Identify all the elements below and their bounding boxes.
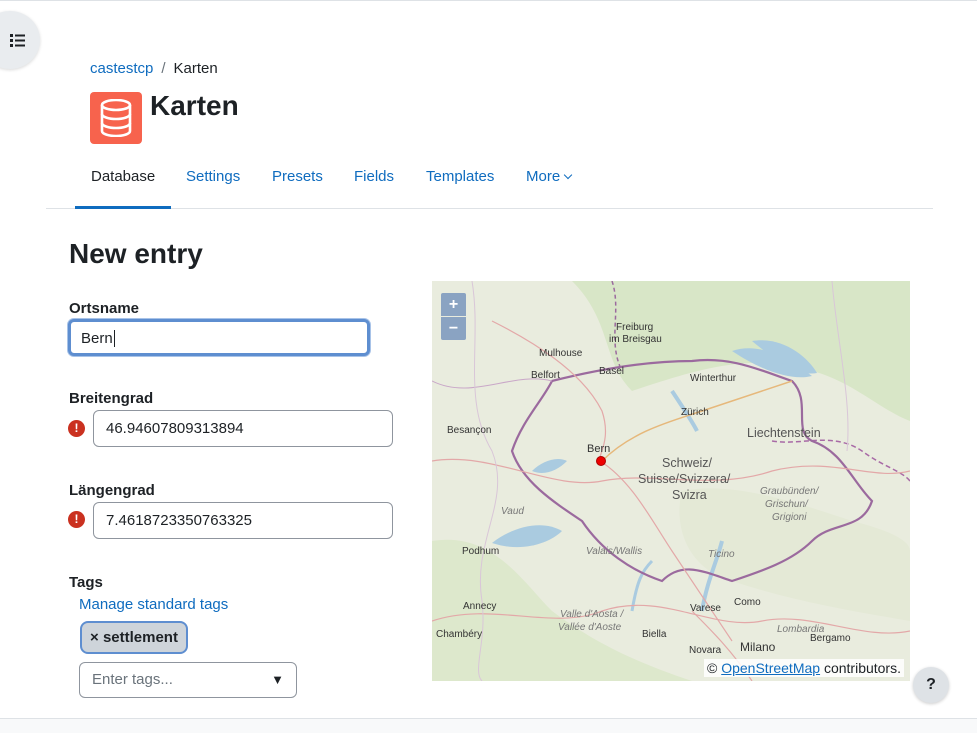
tab-templates[interactable]: Templates [410,160,510,209]
map-place-label: Milano [740,640,776,654]
breadcrumb-current: Karten [173,60,218,77]
zoom-out-button[interactable]: − [441,317,466,340]
tag-chip-label: settlement [102,629,178,646]
map-place-label: Mulhouse [539,348,583,359]
tab-more-label: More [526,168,561,185]
manage-tags-link[interactable]: Manage standard tags [79,596,228,613]
map-place-label: Podhum [462,546,500,557]
zoom-in-button[interactable]: + [441,293,466,316]
map-place-label: Basel [599,366,625,377]
list-icon [10,33,25,47]
breadcrumb: castestcp / Karten [90,60,218,77]
breadcrumb-course-link[interactable]: castestcp [90,60,153,77]
tab-more[interactable]: More [510,160,587,209]
map-place-label: Novara [689,645,722,656]
map-region-label: Valais/Wallis [586,546,643,557]
map-place-label: Freiburg [616,322,654,333]
help-button[interactable]: ? [913,667,949,703]
error-icon: ! [68,511,85,528]
text-cursor [113,330,115,347]
map-place-label: Bergamo [810,633,851,644]
breitengrad-input[interactable]: 46.94607809313894 [93,410,393,447]
map-country-label: Suisse/Svizzera/ [638,472,731,486]
map-place-label: Biella [642,629,667,640]
laengengrad-input[interactable]: 7.4618723350763325 [93,502,393,539]
tags-input[interactable]: Enter tags... ▼ [79,662,297,698]
attribution-suffix: contributors. [823,660,901,676]
ortsname-label: Ortsname [69,300,140,317]
map-place-label: im Breisgau [609,334,662,345]
map-place-label: Como [734,597,761,608]
chevron-down-icon [563,170,573,180]
laengengrad-label: Längengrad [69,482,155,499]
map-place-label: Besançon [447,425,492,436]
map-region-label: Ticino [708,549,735,560]
dropdown-arrow-icon[interactable]: ▼ [271,663,284,697]
tab-settings[interactable]: Settings [170,160,256,209]
map-place-label: Winterthur [690,373,737,384]
map-place-label: Annecy [463,601,497,612]
footer-bar [0,718,977,733]
form-heading: New entry [69,238,203,269]
course-index-toggle[interactable] [0,11,40,69]
map-zoom-control: + − [441,293,466,340]
ortsname-input[interactable]: Bern [68,319,370,356]
map-place-label: Zürich [681,407,709,418]
marker-label: Bern [587,443,611,455]
map-region-label: Grigioni [772,512,807,523]
map-place-label: Varese [690,603,721,614]
map-country-label: Liechtenstein [747,426,821,440]
ortsname-value: Bern [81,330,113,347]
map-country-label: Svizra [672,488,707,502]
breadcrumb-separator: / [161,60,166,77]
map-view[interactable]: + − Freiburg im Breisgau Mulhouse Basel … [432,281,910,681]
secondary-navigation: Database Settings Presets Fields Templat… [46,160,933,209]
tags-label: Tags [69,574,103,591]
top-border [0,0,977,3]
breitengrad-label: Breitengrad [69,390,154,407]
map-place-label: Belfort [531,370,560,381]
remove-tag-icon[interactable]: × [90,629,99,646]
map-region-label: Vallée d'Aoste [558,622,622,633]
database-icon [90,92,142,144]
tab-fields[interactable]: Fields [338,160,410,209]
tags-placeholder: Enter tags... [92,671,173,688]
map-region-label: Valle d'Aosta / [560,609,624,620]
openstreetmap-link[interactable]: OpenStreetMap [721,660,820,676]
map-region-label: Vaud [501,506,524,517]
tag-chip-settlement[interactable]: × settlement [80,621,188,654]
map-region-label: Grischun/ [765,499,808,510]
map-attribution: © OpenStreetMap contributors. [704,659,904,677]
map-place-label: Chambéry [436,629,483,640]
location-marker[interactable] [596,456,606,466]
tab-database[interactable]: Database [75,160,172,209]
map-country-label: Schweiz/ [662,456,713,470]
map-region-label: Graubünden/ [760,486,819,497]
attribution-prefix: © [707,660,718,676]
tab-presets[interactable]: Presets [256,160,339,209]
page-title: Karten [150,90,239,121]
error-icon: ! [68,420,85,437]
